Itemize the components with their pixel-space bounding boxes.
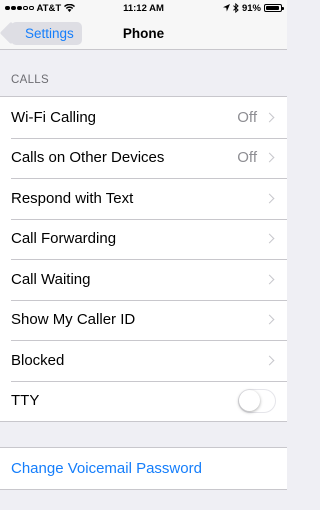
- chevron-right-icon: [264, 112, 275, 123]
- back-button-pill[interactable]: Settings: [11, 22, 82, 45]
- row-label: Call Forwarding: [11, 230, 117, 248]
- row-call-waiting[interactable]: Call Waiting: [0, 259, 287, 300]
- row-label: Calls on Other Devices: [11, 149, 165, 167]
- change-voicemail-password-link[interactable]: Change Voicemail Password: [0, 448, 287, 489]
- wifi-icon: [64, 4, 76, 12]
- row-blocked[interactable]: Blocked: [0, 340, 287, 381]
- chevron-right-icon: [264, 314, 275, 325]
- section-header-calls: CALLS: [11, 74, 49, 86]
- row-label: Wi-Fi Calling: [11, 108, 97, 126]
- chevron-right-icon: [264, 152, 275, 163]
- back-button-label[interactable]: Settings: [25, 26, 74, 41]
- signal-dot: [11, 5, 16, 11]
- voicemail-group: Change Voicemail Password: [0, 447, 287, 490]
- battery-icon: [264, 4, 284, 12]
- signal-dot: [17, 5, 22, 11]
- row-label: Call Waiting: [11, 270, 91, 288]
- chevron-right-icon: [264, 355, 275, 366]
- signal-dot: [23, 5, 28, 11]
- row-label[interactable]: Change Voicemail Password: [11, 460, 276, 477]
- carrier-name: AT&T: [36, 2, 62, 14]
- tty-toggle-switch[interactable]: [238, 388, 276, 413]
- row-wifi-calling[interactable]: Wi-Fi Calling Off: [0, 97, 287, 138]
- row-value: Off: [237, 149, 257, 167]
- row-call-forwarding[interactable]: Call Forwarding: [0, 218, 287, 260]
- row-tty: TTY: [0, 380, 287, 422]
- location-icon: [222, 4, 230, 12]
- back-button[interactable]: Settings: [5, 21, 82, 46]
- battery-percentage: 91%: [241, 2, 261, 14]
- row-show-my-caller-id[interactable]: Show My Caller ID: [0, 299, 287, 341]
- row-value: Off: [237, 108, 257, 126]
- row-label: Respond with Text: [11, 189, 134, 207]
- row-label: TTY: [11, 392, 40, 410]
- battery-fill: [266, 6, 279, 10]
- row-label: Blocked: [11, 351, 65, 369]
- status-left: AT&T: [5, 2, 76, 14]
- row-label: Show My Caller ID: [11, 311, 136, 329]
- calls-settings-group: Wi-Fi Calling Off Calls on Other Devices…: [0, 96, 287, 422]
- bluetooth-icon: [233, 3, 239, 13]
- row-respond-with-text[interactable]: Respond with Text: [0, 178, 287, 219]
- status-right: 91%: [222, 2, 284, 14]
- chevron-right-icon: [264, 233, 275, 244]
- chevron-right-icon: [264, 193, 275, 204]
- toggle-knob[interactable]: [239, 389, 260, 411]
- signal-dot: [5, 5, 10, 11]
- status-bar: AT&T 11:12 AM 91%: [0, 0, 287, 16]
- signal-dot: [29, 5, 34, 11]
- signal-strength-icon: [5, 5, 34, 11]
- row-calls-on-other-devices[interactable]: Calls on Other Devices Off: [0, 137, 287, 179]
- chevron-right-icon: [264, 274, 275, 285]
- navigation-bar: Phone Settings: [0, 16, 287, 50]
